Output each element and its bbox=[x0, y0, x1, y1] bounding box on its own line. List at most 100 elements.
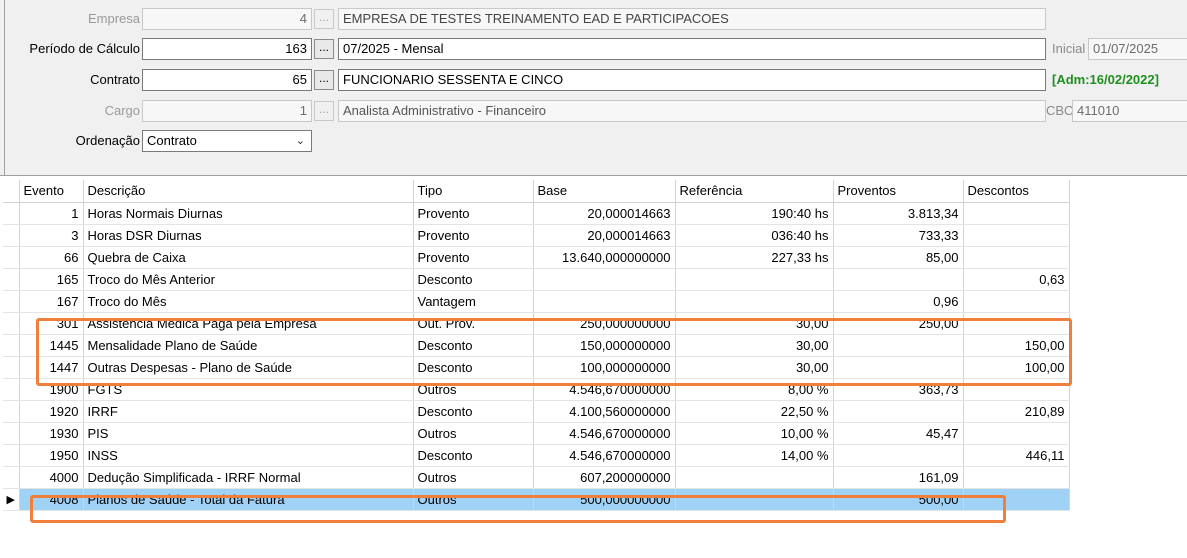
reference-cell: 30,00 bbox=[675, 312, 834, 335]
row-indicator bbox=[3, 466, 20, 489]
deductions-cell bbox=[963, 466, 1070, 489]
earnings-cell bbox=[833, 400, 964, 423]
header-descricao[interactable]: Descrição bbox=[83, 180, 414, 203]
base-cell bbox=[533, 268, 676, 291]
cargo-search-button: ... bbox=[314, 101, 334, 121]
reference-cell: 30,00 bbox=[675, 356, 834, 379]
event-code-cell: 4000 bbox=[19, 466, 84, 489]
contrato-code-input[interactable]: 65 bbox=[142, 69, 312, 91]
header-evento[interactable]: Evento bbox=[19, 180, 84, 203]
description-cell: Quebra de Caixa bbox=[83, 246, 414, 269]
empresa-code-input: 4 bbox=[142, 8, 312, 30]
chevron-down-icon: ⌄ bbox=[295, 135, 305, 147]
row-indicator bbox=[3, 290, 20, 313]
deductions-cell bbox=[963, 378, 1070, 401]
reference-cell: 190:40 hs bbox=[675, 202, 834, 225]
row-indicator-triangle-right-icon: ▶ bbox=[3, 488, 20, 511]
type-cell: Outros bbox=[413, 488, 534, 511]
cargo-name-field: Analista Administrativo - Financeiro bbox=[338, 100, 1046, 122]
row-indicator bbox=[3, 268, 20, 291]
event-code-cell: 1900 bbox=[19, 378, 84, 401]
table-row[interactable]: 301 Assistência Médica Paga pela Empresa O… bbox=[3, 312, 1070, 335]
table-row[interactable]: 165 Troco do Mês Anterior Desconto 0,63 bbox=[3, 268, 1070, 291]
header-base[interactable]: Base bbox=[533, 180, 676, 203]
admission-date-label: [Adm:16/02/2022] bbox=[1052, 72, 1159, 87]
deductions-cell bbox=[963, 224, 1070, 247]
empresa-name-field: EMPRESA DE TESTES TREINAMENTO EAD E PART… bbox=[338, 8, 1046, 30]
description-cell: Mensalidade Plano de Saúde bbox=[83, 334, 414, 357]
deductions-cell bbox=[963, 290, 1070, 313]
base-cell: 100,000000000 bbox=[533, 356, 676, 379]
reference-cell: 036:40 hs bbox=[675, 224, 834, 247]
type-cell: Desconto bbox=[413, 400, 534, 423]
type-cell: Desconto bbox=[413, 444, 534, 467]
table-row[interactable]: 1 Horas Normais Diurnas Provento 20,0000146… bbox=[3, 202, 1070, 225]
type-cell: Provento bbox=[413, 246, 534, 269]
periodo-code-input[interactable]: 163 bbox=[142, 38, 312, 60]
table-row[interactable]: 1447 Outras Despesas - Plano de Saúde Desc… bbox=[3, 356, 1070, 379]
earnings-cell: 500,00 bbox=[833, 488, 964, 511]
base-cell: 607,200000000 bbox=[533, 466, 676, 489]
base-cell: 20,000014663 bbox=[533, 202, 676, 225]
table-row[interactable]: 1920 IRRF Desconto 4.100,560000000 22,50 % 21… bbox=[3, 400, 1070, 423]
periodo-search-button[interactable]: ... bbox=[314, 39, 334, 59]
periodo-label: Período de Cálculo bbox=[29, 41, 140, 56]
table-row[interactable]: 1950 INSS Desconto 4.546,670000000 14,00 % 44… bbox=[3, 444, 1070, 467]
type-cell: Desconto bbox=[413, 268, 534, 291]
cargo-code-input: 1 bbox=[142, 100, 312, 122]
event-code-cell: 1950 bbox=[19, 444, 84, 467]
event-code-cell: 1930 bbox=[19, 422, 84, 445]
reference-cell bbox=[675, 268, 834, 291]
event-code-cell: 165 bbox=[19, 268, 84, 291]
earnings-cell bbox=[833, 334, 964, 357]
table-row[interactable]: 1930 PIS Outros 4.546,670000000 10,00 % 45,47 bbox=[3, 422, 1070, 445]
event-code-cell: 1445 bbox=[19, 334, 84, 357]
description-cell: INSS bbox=[83, 444, 414, 467]
base-cell: 4.546,670000000 bbox=[533, 378, 676, 401]
type-cell: Provento bbox=[413, 202, 534, 225]
row-indicator bbox=[3, 202, 20, 225]
row-indicator bbox=[3, 224, 20, 247]
deductions-cell bbox=[963, 202, 1070, 225]
row-indicator bbox=[3, 246, 20, 269]
ordenacao-select[interactable]: Contrato ⌄ bbox=[142, 130, 312, 152]
table-row[interactable]: 1445 Mensalidade Plano de Saúde Desconto 15… bbox=[3, 334, 1070, 357]
earnings-cell: 363,73 bbox=[833, 378, 964, 401]
description-cell: Planos de Saúde - Total da Fatura bbox=[83, 488, 414, 511]
table-row[interactable]: 66 Quebra de Caixa Provento 13.640,00000000… bbox=[3, 246, 1070, 269]
periodo-name-field: 07/2025 - Mensal bbox=[338, 38, 1046, 60]
table-row[interactable]: ▶ 4008 Planos de Saúde - Total da Fatura Ou… bbox=[3, 488, 1070, 511]
reference-cell: 22,50 % bbox=[675, 400, 834, 423]
table-row[interactable]: 4000 Dedução Simplificada - IRRF Normal Ou… bbox=[3, 466, 1070, 489]
filter-form: Empresa 4 ... EMPRESA DE TESTES TREINAME… bbox=[0, 0, 1187, 176]
header-descontos[interactable]: Descontos bbox=[963, 180, 1070, 203]
row-indicator bbox=[3, 334, 20, 357]
base-cell: 4.546,670000000 bbox=[533, 444, 676, 467]
contrato-name-field: FUNCIONARIO SESSENTA E CINCO bbox=[338, 69, 1046, 91]
header-tipo[interactable]: Tipo bbox=[413, 180, 534, 203]
row-indicator bbox=[3, 356, 20, 379]
grid-header-row: Evento Descrição Tipo Base Referência Pr… bbox=[3, 180, 1070, 203]
event-code-cell: 167 bbox=[19, 290, 84, 313]
table-row[interactable]: 3 Horas DSR Diurnas Provento 20,000014663 03… bbox=[3, 224, 1070, 247]
inicial-date-field: 01/07/2025 bbox=[1088, 38, 1187, 60]
earnings-cell: 161,09 bbox=[833, 466, 964, 489]
events-table: Evento Descrição Tipo Base Referência Pr… bbox=[3, 180, 1070, 511]
header-indicator bbox=[3, 180, 20, 203]
header-proventos[interactable]: Proventos bbox=[833, 180, 964, 203]
events-grid: Evento Descrição Tipo Base Referência Pr… bbox=[0, 180, 1187, 558]
table-row[interactable]: 167 Troco do Mês Vantagem 0,96 bbox=[3, 290, 1070, 313]
description-cell: FGTS bbox=[83, 378, 414, 401]
empresa-search-button: ... bbox=[314, 9, 334, 29]
event-code-cell: 1 bbox=[19, 202, 84, 225]
base-cell: 4.546,670000000 bbox=[533, 422, 676, 445]
row-indicator bbox=[3, 444, 20, 467]
deductions-cell bbox=[963, 422, 1070, 445]
header-referencia[interactable]: Referência bbox=[675, 180, 834, 203]
contrato-search-button[interactable]: ... bbox=[314, 70, 334, 90]
base-cell: 20,000014663 bbox=[533, 224, 676, 247]
event-code-cell: 1920 bbox=[19, 400, 84, 423]
cargo-label: Cargo bbox=[104, 103, 140, 118]
earnings-cell: 250,00 bbox=[833, 312, 964, 335]
table-row[interactable]: 1900 FGTS Outros 4.546,670000000 8,00 % 363,7… bbox=[3, 378, 1070, 401]
